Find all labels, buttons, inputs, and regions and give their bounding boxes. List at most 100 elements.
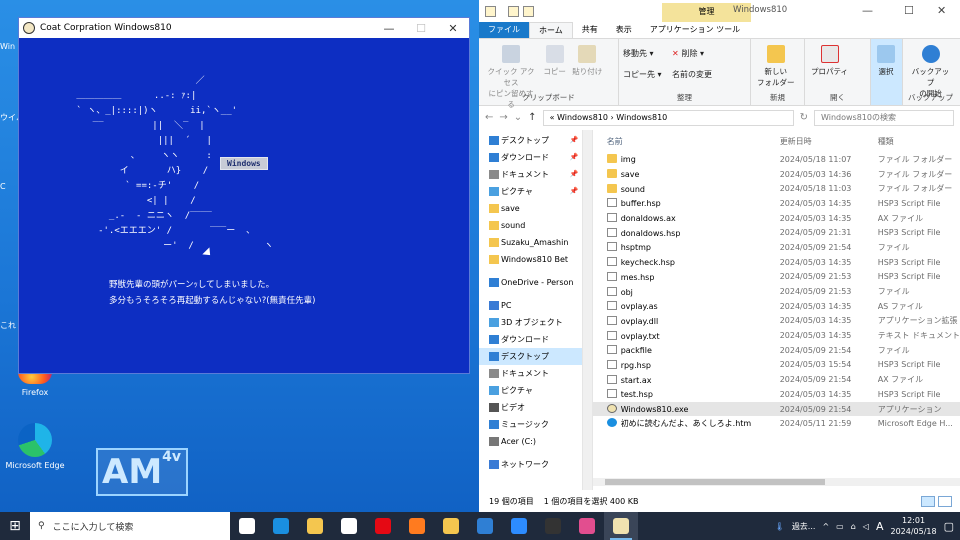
taskbar-app-explorer[interactable] [434,512,468,540]
back-arrow-icon[interactable]: ← [485,112,493,123]
up-arrow-icon[interactable]: ↑ [528,112,536,123]
nav-item[interactable]: save [479,200,582,217]
nav-item[interactable]: ダウンロード 📌 [479,149,582,166]
file-row[interactable]: packfile 2024/05/09 21:54 ファイル [593,343,960,358]
close-button[interactable]: ✕ [937,4,946,17]
forward-arrow-icon[interactable]: → [499,112,507,123]
nav-item[interactable]: ドキュメント 📌 [479,166,582,183]
file-row[interactable]: keycheck.hsp 2024/05/03 14:35 HSP3 Script … [593,255,960,270]
horizontal-scrollbar[interactable] [592,478,960,486]
desktop-icon-edge[interactable]: Microsoft Edge [4,423,66,470]
nav-item[interactable]: ドキュメント [479,365,582,382]
file-row[interactable]: donaldows.ax 2024/05/03 14:35 AX ファイル [593,211,960,226]
nav-item[interactable]: デスクトップ [479,348,583,365]
address-path[interactable]: « Windows810 › Windows810 [542,109,794,126]
file-row[interactable]: save 2024/05/03 14:36 ファイル フォルダー [593,167,960,182]
file-row[interactable]: ovplay.as 2024/05/03 14:35 AS ファイル [593,299,960,314]
tab-home[interactable]: ホーム [529,22,573,38]
column-date[interactable]: 更新日時 [776,136,878,147]
paste-button[interactable]: 貼り付け [572,43,602,77]
nav-item[interactable]: ピクチャ [479,382,582,399]
nav-item[interactable]: PC [479,297,582,314]
network-icon[interactable]: ⌂ [851,522,856,531]
refresh-icon[interactable]: ↻ [800,112,808,123]
nav-item[interactable]: Acer (C:) [479,433,582,450]
tab-file[interactable]: ファイル [479,22,529,38]
game-titlebar[interactable]: Coat Corpration Windows810 — ☐ ✕ [19,18,469,38]
close-button[interactable]: ✕ [437,22,469,35]
nav-item[interactable]: 3D オブジェクト [479,314,582,331]
taskbar-search[interactable]: ⚲ ここに入力して検索 [30,512,230,540]
minimize-button[interactable]: — [373,22,405,35]
move-to-button[interactable]: 移動先 ▾ [623,43,662,64]
clock[interactable]: 12:01 2024/05/18 [890,515,936,537]
backup-button[interactable]: バックアップ の開始 [909,43,952,99]
taskbar-app-task-view[interactable] [230,512,264,540]
nav-item[interactable]: ビデオ [479,399,582,416]
windows-start-icon[interactable]: ⊞ [0,518,30,534]
search-input[interactable]: Windows810の検索 [814,109,954,126]
nav-item[interactable]: OneDrive - Person [479,274,582,291]
copy-button[interactable]: コピー [543,43,566,77]
volume-icon[interactable]: ◁ [863,522,869,531]
minimize-button[interactable]: — [862,4,873,17]
chevron-down-icon[interactable]: ⌄ [514,112,522,123]
taskbar-app-amazon[interactable] [332,512,366,540]
notification-icon[interactable]: ▢ [944,520,954,533]
file-row[interactable]: donaldows.hsp 2024/05/09 21:31 HSP3 Script… [593,225,960,240]
file-row[interactable]: rpg.hsp 2024/05/03 15:54 HSP3 Script File [593,358,960,373]
nav-item[interactable]: Suzaku_Amashin [479,234,582,251]
taskbar-app-pink-app[interactable] [570,512,604,540]
taskbar-app-edge[interactable] [264,512,298,540]
taskbar-app-mail[interactable] [468,512,502,540]
nav-scrollbar[interactable] [583,130,593,490]
taskbar-app-store[interactable] [298,512,332,540]
file-row[interactable]: test.hsp 2024/05/03 14:35 HSP3 Script File [593,387,960,402]
file-explorer-window[interactable]: 管理 Windows810 — ☐ ✕ ファイル ホーム 共有 表示 アプリケー… [479,0,960,512]
navigation-pane[interactable]: デスクトップ 📌 ダウンロード 📌 ドキュメント 📌 ピクチャ 📌 save sound Suzak… [479,130,584,490]
tab-app-tools[interactable]: アプリケーション ツール [641,22,749,38]
taskbar-app-windows810[interactable] [604,512,638,540]
file-row[interactable]: 初めに読むんだよ、あくしろよ.htm 2024/05/11 21:59 Micros… [593,416,960,431]
folder-icon[interactable] [523,5,534,17]
maximize-button[interactable]: ☐ [405,22,437,35]
new-folder-button[interactable]: 新しい フォルダー [757,43,795,88]
file-row[interactable]: buffer.hsp 2024/05/03 14:35 HSP3 Script Fi… [593,196,960,211]
file-row[interactable]: Windows810.exe 2024/05/09 21:54 アプリケーション [592,401,960,417]
game-window[interactable]: Coat Corpration Windows810 — ☐ ✕ ／ ＿＿＿＿＿… [18,17,470,374]
large-icons-view-icon[interactable] [938,495,952,507]
nav-item[interactable]: ミュージック [479,416,582,433]
file-row[interactable]: ovplay.dll 2024/05/03 14:35 アプリケーション拡張 [593,314,960,329]
file-row[interactable]: hsptmp 2024/05/09 21:54 ファイル [593,240,960,255]
nav-item[interactable]: ダウンロード [479,331,582,348]
copy-to-button[interactable]: コピー先 ▾ [623,64,662,85]
tab-share[interactable]: 共有 [573,22,607,38]
properties-icon[interactable] [485,5,496,17]
maximize-button[interactable]: ☐ [904,4,914,17]
file-row[interactable]: obj 2024/05/09 21:53 ファイル [593,284,960,299]
file-row[interactable]: img 2024/05/18 11:07 ファイル フォルダー [593,152,960,167]
battery-icon[interactable]: ▭ [836,522,844,531]
properties-button[interactable]: プロパティ [811,43,848,77]
nav-item[interactable]: ピクチャ 📌 [479,183,582,200]
nav-item[interactable]: ネットワーク [479,456,582,473]
taskbar-app-ugh-app[interactable] [536,512,570,540]
nav-item[interactable]: デスクトップ 📌 [479,132,582,149]
column-name[interactable]: 名前 [593,136,776,147]
tab-view[interactable]: 表示 [607,22,641,38]
taskbar-app-zoom[interactable] [502,512,536,540]
select-button[interactable]: 選択 [877,43,895,77]
taskbar-app-firefox[interactable] [400,512,434,540]
column-type[interactable]: 種類 [878,136,960,147]
rename-button[interactable]: 名前の変更 [672,64,712,85]
ime-indicator[interactable]: A [876,520,884,533]
file-row[interactable]: start.ax 2024/05/09 21:54 AX ファイル [593,372,960,387]
nav-item[interactable]: sound [479,217,582,234]
new-folder-icon[interactable] [508,5,519,17]
weather-icon[interactable]: 🌡 [775,522,785,531]
desktop-icon-firefox[interactable]: Firefox [4,372,66,397]
file-row[interactable]: sound 2024/05/18 11:03 ファイル フォルダー [593,181,960,196]
scroll-thumb[interactable] [604,479,826,485]
taskbar-app-netflix[interactable] [366,512,400,540]
chevron-up-icon[interactable]: ^ [822,522,829,531]
